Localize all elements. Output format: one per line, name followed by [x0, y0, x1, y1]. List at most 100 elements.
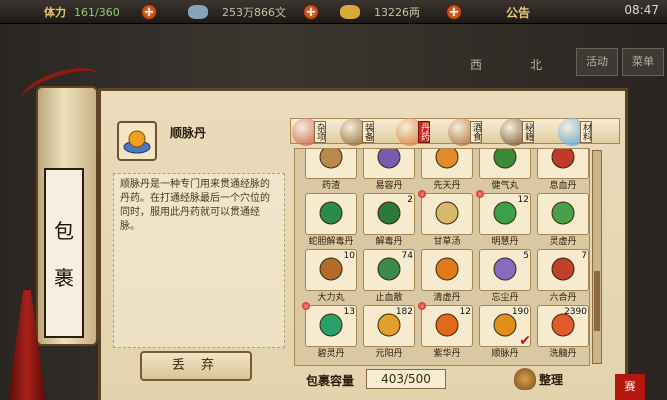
- item-name: 紫华丹: [433, 349, 461, 359]
- sort-label: 整理: [539, 372, 564, 387]
- item-name: 解毒丹: [375, 237, 403, 247]
- clock: 08:47: [624, 3, 659, 17]
- item-name: 蛇胆解毒丹: [308, 237, 354, 247]
- gold-ingot-icon: [340, 5, 360, 19]
- seal-stamp: 赛: [615, 374, 645, 400]
- add-silver-button[interactable]: +: [303, 4, 319, 20]
- category-tab[interactable]: 丹药: [396, 112, 442, 152]
- item-count: 190: [511, 307, 529, 317]
- item-icon: [551, 149, 575, 169]
- item-slot[interactable]: 紫华丹 12: [418, 302, 473, 359]
- item-icon: [377, 201, 401, 225]
- silver-value: 253万866文: [222, 6, 286, 19]
- map-direction-north: 北: [530, 58, 543, 72]
- item-icon: [377, 257, 401, 281]
- item-icon: [435, 201, 459, 225]
- menu-button[interactable]: 菜单: [622, 48, 664, 76]
- item-icon: [493, 257, 517, 281]
- item-name: 元阳丹: [375, 349, 403, 359]
- item-name: 清虚丹: [433, 293, 461, 303]
- item-name: 先天丹: [433, 181, 461, 191]
- category-tab-label: 材料: [580, 121, 592, 143]
- item-slot[interactable]: 六合丹 7: [537, 249, 589, 303]
- item-name: 药渣: [321, 181, 340, 191]
- item-count: 7: [581, 251, 587, 261]
- item-name: 灵虚丹: [549, 237, 577, 247]
- event-button[interactable]: 活动: [576, 48, 618, 76]
- item-icon: [551, 201, 575, 225]
- bag-icon: [514, 368, 536, 390]
- capacity-label: 包裹容量: [306, 374, 355, 388]
- category-tab[interactable]: 装备: [340, 112, 386, 152]
- item-slot[interactable]: 解毒丹 2: [363, 193, 415, 247]
- item-grid: 药渣 易容丹 先天丹 健气丸 息血丹蛇胆解毒丹 解毒丹 2 甘草汤 明慧丹 12 灵虚丹大力丸 10 止…: [294, 148, 590, 366]
- item-slot[interactable]: 元阳丹 182: [363, 305, 415, 359]
- category-tab[interactable]: 秘籍: [500, 112, 546, 152]
- item-name: 明慧丹: [491, 237, 519, 247]
- gold-stat: 13226两: [340, 3, 420, 21]
- grid-scrollbar[interactable]: [592, 150, 602, 364]
- new-item-dot-icon: [302, 302, 310, 310]
- item-name: 止血散: [375, 293, 403, 303]
- item-slot[interactable]: 止血散 74: [363, 249, 415, 303]
- item-description: 顺脉丹是一种专门用来贯通经脉的丹药。在打通经脉最后一个穴位的同时，服用此丹药就可…: [113, 173, 285, 348]
- item-count: 2390: [564, 307, 587, 317]
- item-count: 12: [517, 195, 529, 205]
- stamina-value: 161/360: [74, 5, 120, 19]
- item-slot[interactable]: 顺脉丹 190 ✔: [479, 305, 531, 359]
- item-slot[interactable]: 清虚丹: [421, 249, 473, 303]
- title-char-1: 包: [54, 219, 74, 243]
- item-icon: [319, 201, 343, 225]
- item-slot[interactable]: 药渣: [305, 149, 357, 191]
- add-gold-button[interactable]: +: [446, 4, 462, 20]
- item-count: 2: [407, 195, 413, 205]
- scrollbar-thumb[interactable]: [594, 271, 600, 331]
- item-slot[interactable]: 灵虚丹: [537, 193, 589, 247]
- item-count: 5: [523, 251, 529, 261]
- new-item-dot-icon: [418, 190, 426, 198]
- add-stamina-button[interactable]: +: [141, 4, 157, 20]
- item-name: 洗髓丹: [549, 349, 577, 359]
- item-icon: [551, 257, 575, 281]
- silver-stat: 253万866文: [188, 3, 286, 21]
- notice-button[interactable]: 公告: [506, 4, 530, 21]
- stamina-stat: 体力 161/360: [44, 3, 120, 21]
- category-tab-label: 丹药: [418, 121, 430, 143]
- map-direction-west: 西: [470, 58, 483, 72]
- item-name: 大力丸: [317, 293, 345, 303]
- item-name: 健气丸: [491, 181, 519, 191]
- item-count: 74: [401, 251, 413, 261]
- item-slot[interactable]: 甘草汤: [418, 190, 473, 247]
- item-slot[interactable]: 健气丸: [479, 149, 531, 191]
- selected-item-icon: [117, 121, 157, 161]
- discard-button[interactable]: 丢 弃: [140, 351, 252, 381]
- item-count: 10: [343, 251, 355, 261]
- category-tab-label: 秘籍: [522, 121, 534, 143]
- item-name: 息血丹: [549, 181, 577, 191]
- sort-button[interactable]: 整理: [514, 366, 563, 392]
- item-icon: [435, 149, 459, 169]
- item-slot[interactable]: 先天丹: [421, 149, 473, 191]
- item-icon: [319, 257, 343, 281]
- selected-item-name: 顺脉丹: [170, 126, 207, 140]
- gold-value: 13226两: [374, 6, 420, 19]
- category-tab[interactable]: 材料: [558, 112, 604, 152]
- item-slot[interactable]: 明慧丹 12: [476, 190, 531, 247]
- category-tab[interactable]: 酒食: [448, 112, 494, 152]
- category-tab[interactable]: 杂项: [292, 112, 338, 152]
- item-slot[interactable]: 息血丹: [537, 149, 589, 191]
- item-slot[interactable]: 蛇胆解毒丹: [305, 193, 357, 247]
- category-tab-label: 装备: [362, 121, 374, 143]
- item-slot[interactable]: 易容丹: [363, 149, 415, 191]
- capacity-value: 403/500: [366, 369, 446, 389]
- item-slot[interactable]: 碧灵丹 13: [302, 302, 357, 359]
- stamina-label: 体力: [44, 6, 66, 19]
- item-name: 甘草汤: [433, 237, 461, 247]
- item-count: 12: [459, 307, 471, 317]
- item-slot[interactable]: 忘尘丹 5: [479, 249, 531, 303]
- silver-icon: [188, 5, 208, 19]
- item-slot[interactable]: 洗髓丹 2390: [537, 305, 589, 359]
- item-icon: [435, 257, 459, 281]
- item-slot[interactable]: 大力丸 10: [305, 249, 357, 303]
- title-char-2: 裹: [54, 266, 74, 290]
